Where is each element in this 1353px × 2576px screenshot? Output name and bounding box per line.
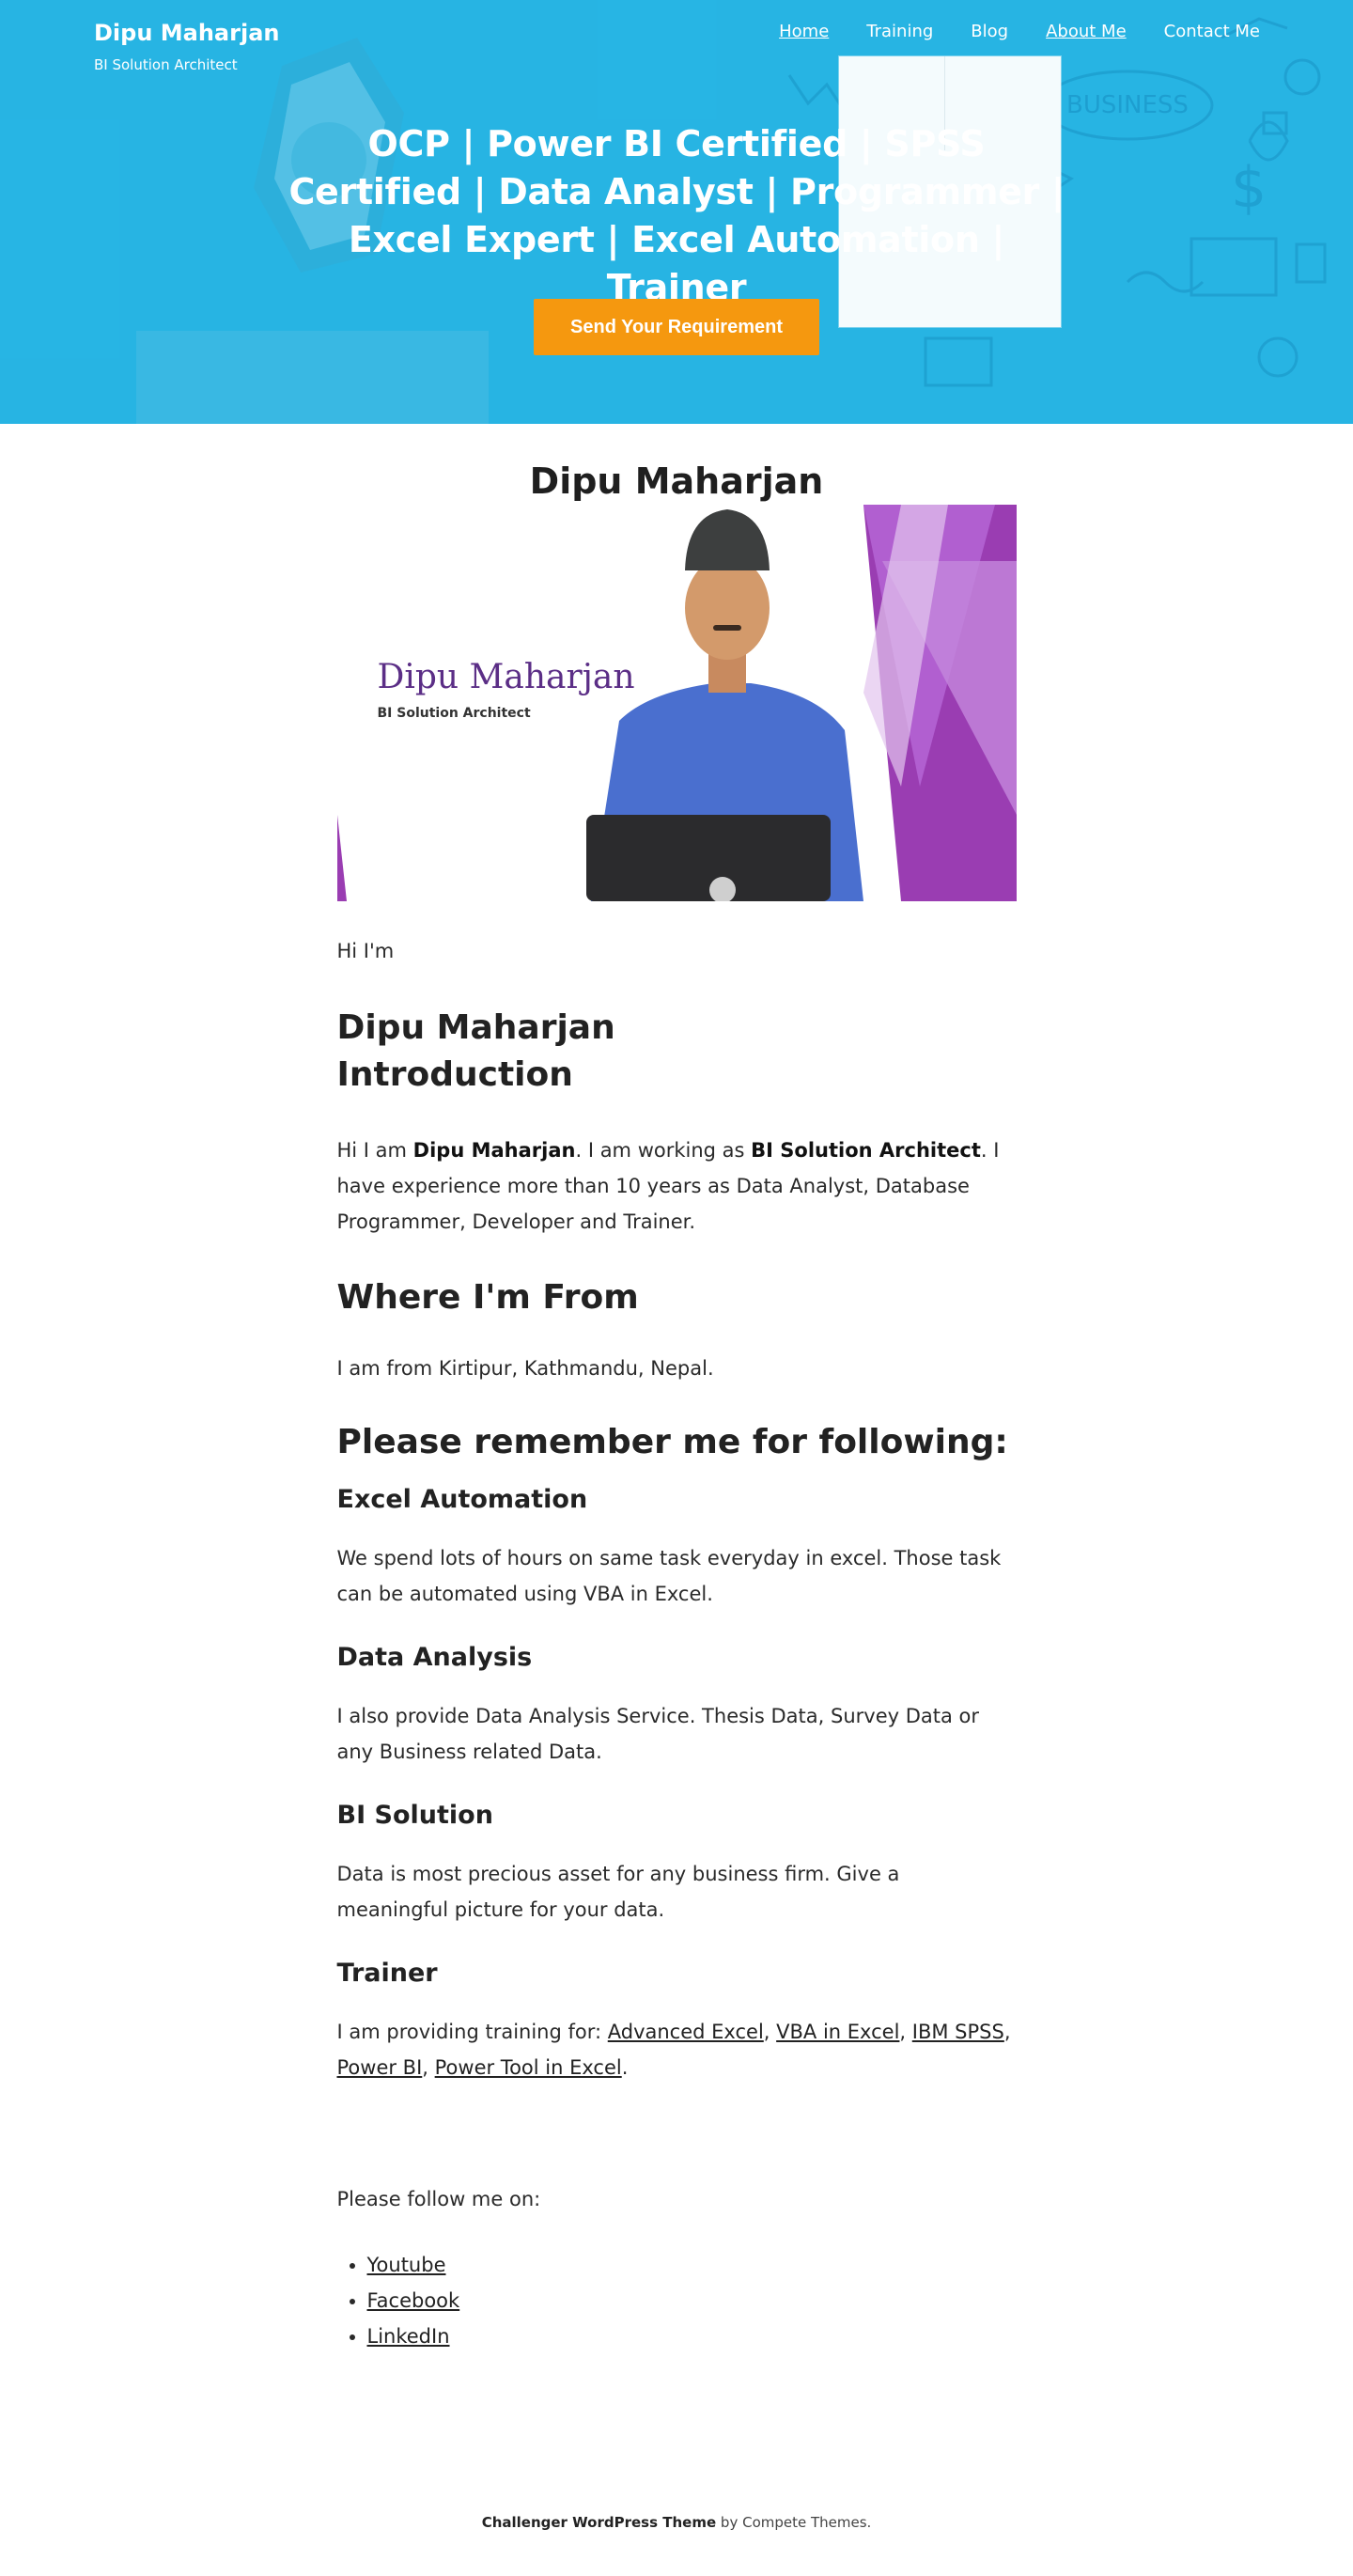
page-title: Dipu Maharjan (529, 461, 824, 502)
nav-blog[interactable]: Blog (971, 22, 1008, 41)
list-item: Facebook (367, 2283, 1017, 2318)
profile-photo-illustration (336, 505, 1017, 901)
social-links-list: Youtube Facebook LinkedIn (337, 2247, 1017, 2354)
list-item: Youtube (367, 2247, 1017, 2283)
skill-text-excel-automation: We spend lots of hours on same task ever… (336, 1547, 1002, 1605)
nav-home[interactable]: Home (779, 22, 829, 41)
site-title[interactable]: Dipu Maharjan (94, 20, 279, 46)
profile-picture: Dipu Maharjan BI Solution Architect (336, 505, 1017, 901)
hero-header: BUSINESS $ Dipu Maharjan BI Solution Arc… (0, 0, 1353, 424)
trainer-sep: , (422, 2056, 435, 2079)
intro-heading-name: Dipu Maharjan (336, 1008, 615, 1047)
intro-role: BI Solution Architect (751, 1139, 981, 1162)
trainer-paragraph: I am providing training for: Advanced Ex… (337, 2014, 1017, 2085)
trainer-sep: , (1003, 2021, 1011, 2043)
hero-heading: OCP | Power BI Certified | SPSS Certifie… (288, 123, 1065, 308)
nav-about-me[interactable]: About Me (1046, 22, 1127, 41)
intro-text-2: . I am working as (575, 1139, 752, 1162)
list-item: LinkedIn (367, 2318, 1017, 2354)
where-from-heading: Where I'm From (336, 1278, 639, 1317)
link-ibm-spss[interactable]: IBM SPSS (912, 2021, 1004, 2043)
trainer-sep: , (899, 2021, 912, 2043)
skill-title-trainer: Trainer (336, 1959, 438, 1988)
hi-line: Hi I'm (336, 940, 395, 962)
trainer-prefix: I am providing training for: (336, 2021, 608, 2043)
skill-title-bi-solution: BI Solution (336, 1801, 493, 1830)
site-footer: Challenger WordPress Theme by Compete Th… (0, 2514, 1353, 2576)
site-tagline: BI Solution Architect (94, 56, 238, 73)
skill-text-data-analysis: I also provide Data Analysis Service. Th… (336, 1705, 980, 1763)
intro-text-1: Hi I am (336, 1139, 413, 1162)
main-content: Dipu Maharjan Dipu Maharjan BI Solution … (336, 458, 1017, 2354)
link-vba-in-excel[interactable]: VBA in Excel (776, 2021, 899, 2043)
trainer-end: . (621, 2056, 629, 2079)
footer-credit: by Compete Themes. (716, 2514, 872, 2531)
skill-text-bi-solution: Data is most precious asset for any busi… (336, 1863, 900, 1921)
remember-heading: Please remember me for following: (336, 1423, 1008, 1461)
link-advanced-excel[interactable]: Advanced Excel (608, 2021, 764, 2043)
skill-title-excel-automation: Excel Automation (336, 1485, 588, 1514)
link-facebook[interactable]: Facebook (367, 2289, 460, 2312)
send-requirement-button[interactable]: Send Your Requirement (534, 299, 819, 355)
skill-title-data-analysis: Data Analysis (336, 1643, 533, 1672)
link-linkedin[interactable]: LinkedIn (367, 2325, 450, 2348)
profile-image-role: BI Solution Architect (377, 706, 531, 721)
link-power-bi[interactable]: Power BI (337, 2056, 423, 2079)
intro-name: Dipu Maharjan (412, 1139, 576, 1162)
where-from-text: I am from Kirtipur, Kathmandu, Nepal. (336, 1357, 714, 1380)
main-navigation: Home Training Blog About Me Contact Me (779, 22, 1260, 41)
link-youtube[interactable]: Youtube (367, 2254, 446, 2276)
intro-heading-title: Introduction (336, 1055, 573, 1094)
profile-image-name: Dipu Maharjan (377, 658, 635, 696)
trainer-sep: , (763, 2021, 777, 2043)
link-power-tool-in-excel[interactable]: Power Tool in Excel (435, 2056, 622, 2079)
intro-heading: Dipu Maharjan Introduction (337, 1005, 1017, 1099)
footer-theme-link[interactable]: Challenger WordPress Theme (482, 2514, 716, 2531)
follow-text: Please follow me on: (336, 2188, 541, 2210)
nav-training[interactable]: Training (866, 22, 933, 41)
intro-paragraph: Hi I am Dipu Maharjan. I am working as B… (337, 1132, 1017, 1240)
nav-contact-me[interactable]: Contact Me (1164, 22, 1260, 41)
